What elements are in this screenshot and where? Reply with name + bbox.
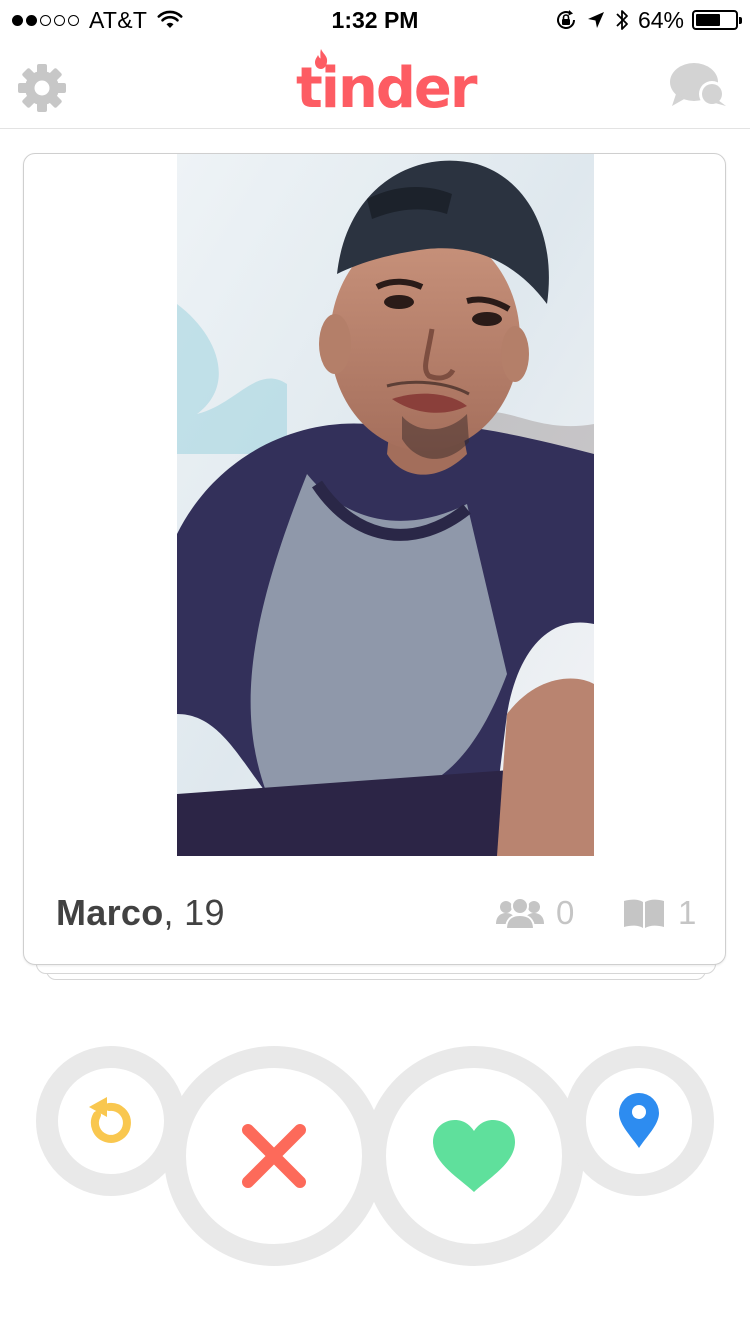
profile-name: Marco <box>56 892 164 933</box>
location-arrow-icon <box>587 12 604 28</box>
gear-icon[interactable] <box>14 60 70 116</box>
orientation-lock-icon <box>556 10 575 29</box>
logo-wordmark: tinder <box>296 56 478 121</box>
tinder-logo: tinder <box>296 49 478 120</box>
profile-name-age: Marco, 19 <box>56 892 225 934</box>
heart-icon <box>433 1120 515 1192</box>
shared-interests-count: 1 <box>678 894 697 931</box>
book-icon <box>624 899 664 928</box>
battery-icon <box>692 10 742 30</box>
battery-level <box>696 14 721 26</box>
shared-friends-count: 0 <box>556 894 575 931</box>
top-nav: tinder <box>0 40 750 129</box>
card-footer: Marco, 19 0 1 <box>24 856 725 964</box>
rewind-button[interactable] <box>36 1046 186 1196</box>
rewind-icon <box>89 1097 131 1143</box>
shared-friends[interactable]: 0 <box>496 894 574 932</box>
x-icon <box>242 1124 306 1188</box>
friends-icon <box>496 897 544 930</box>
profile-photo-image <box>177 154 594 856</box>
name-separator: , <box>163 892 185 933</box>
nope-button[interactable] <box>164 1046 384 1266</box>
profile-photo[interactable] <box>177 154 594 856</box>
location-button[interactable] <box>564 1046 714 1196</box>
profile-card[interactable]: Marco, 19 0 1 <box>23 153 726 965</box>
status-right: 64% <box>554 6 742 34</box>
battery-percentage: 64% <box>637 6 684 33</box>
like-button[interactable] <box>364 1046 584 1266</box>
chat-bubbles-icon[interactable] <box>668 60 730 112</box>
profile-age: 19 <box>184 892 225 933</box>
status-bar: AT&T 1:32 PM 64% <box>0 0 750 40</box>
bluetooth-icon <box>616 10 628 30</box>
shared-interests[interactable]: 1 <box>622 894 696 932</box>
battery-nub <box>739 17 742 24</box>
location-pin-icon <box>619 1093 659 1148</box>
